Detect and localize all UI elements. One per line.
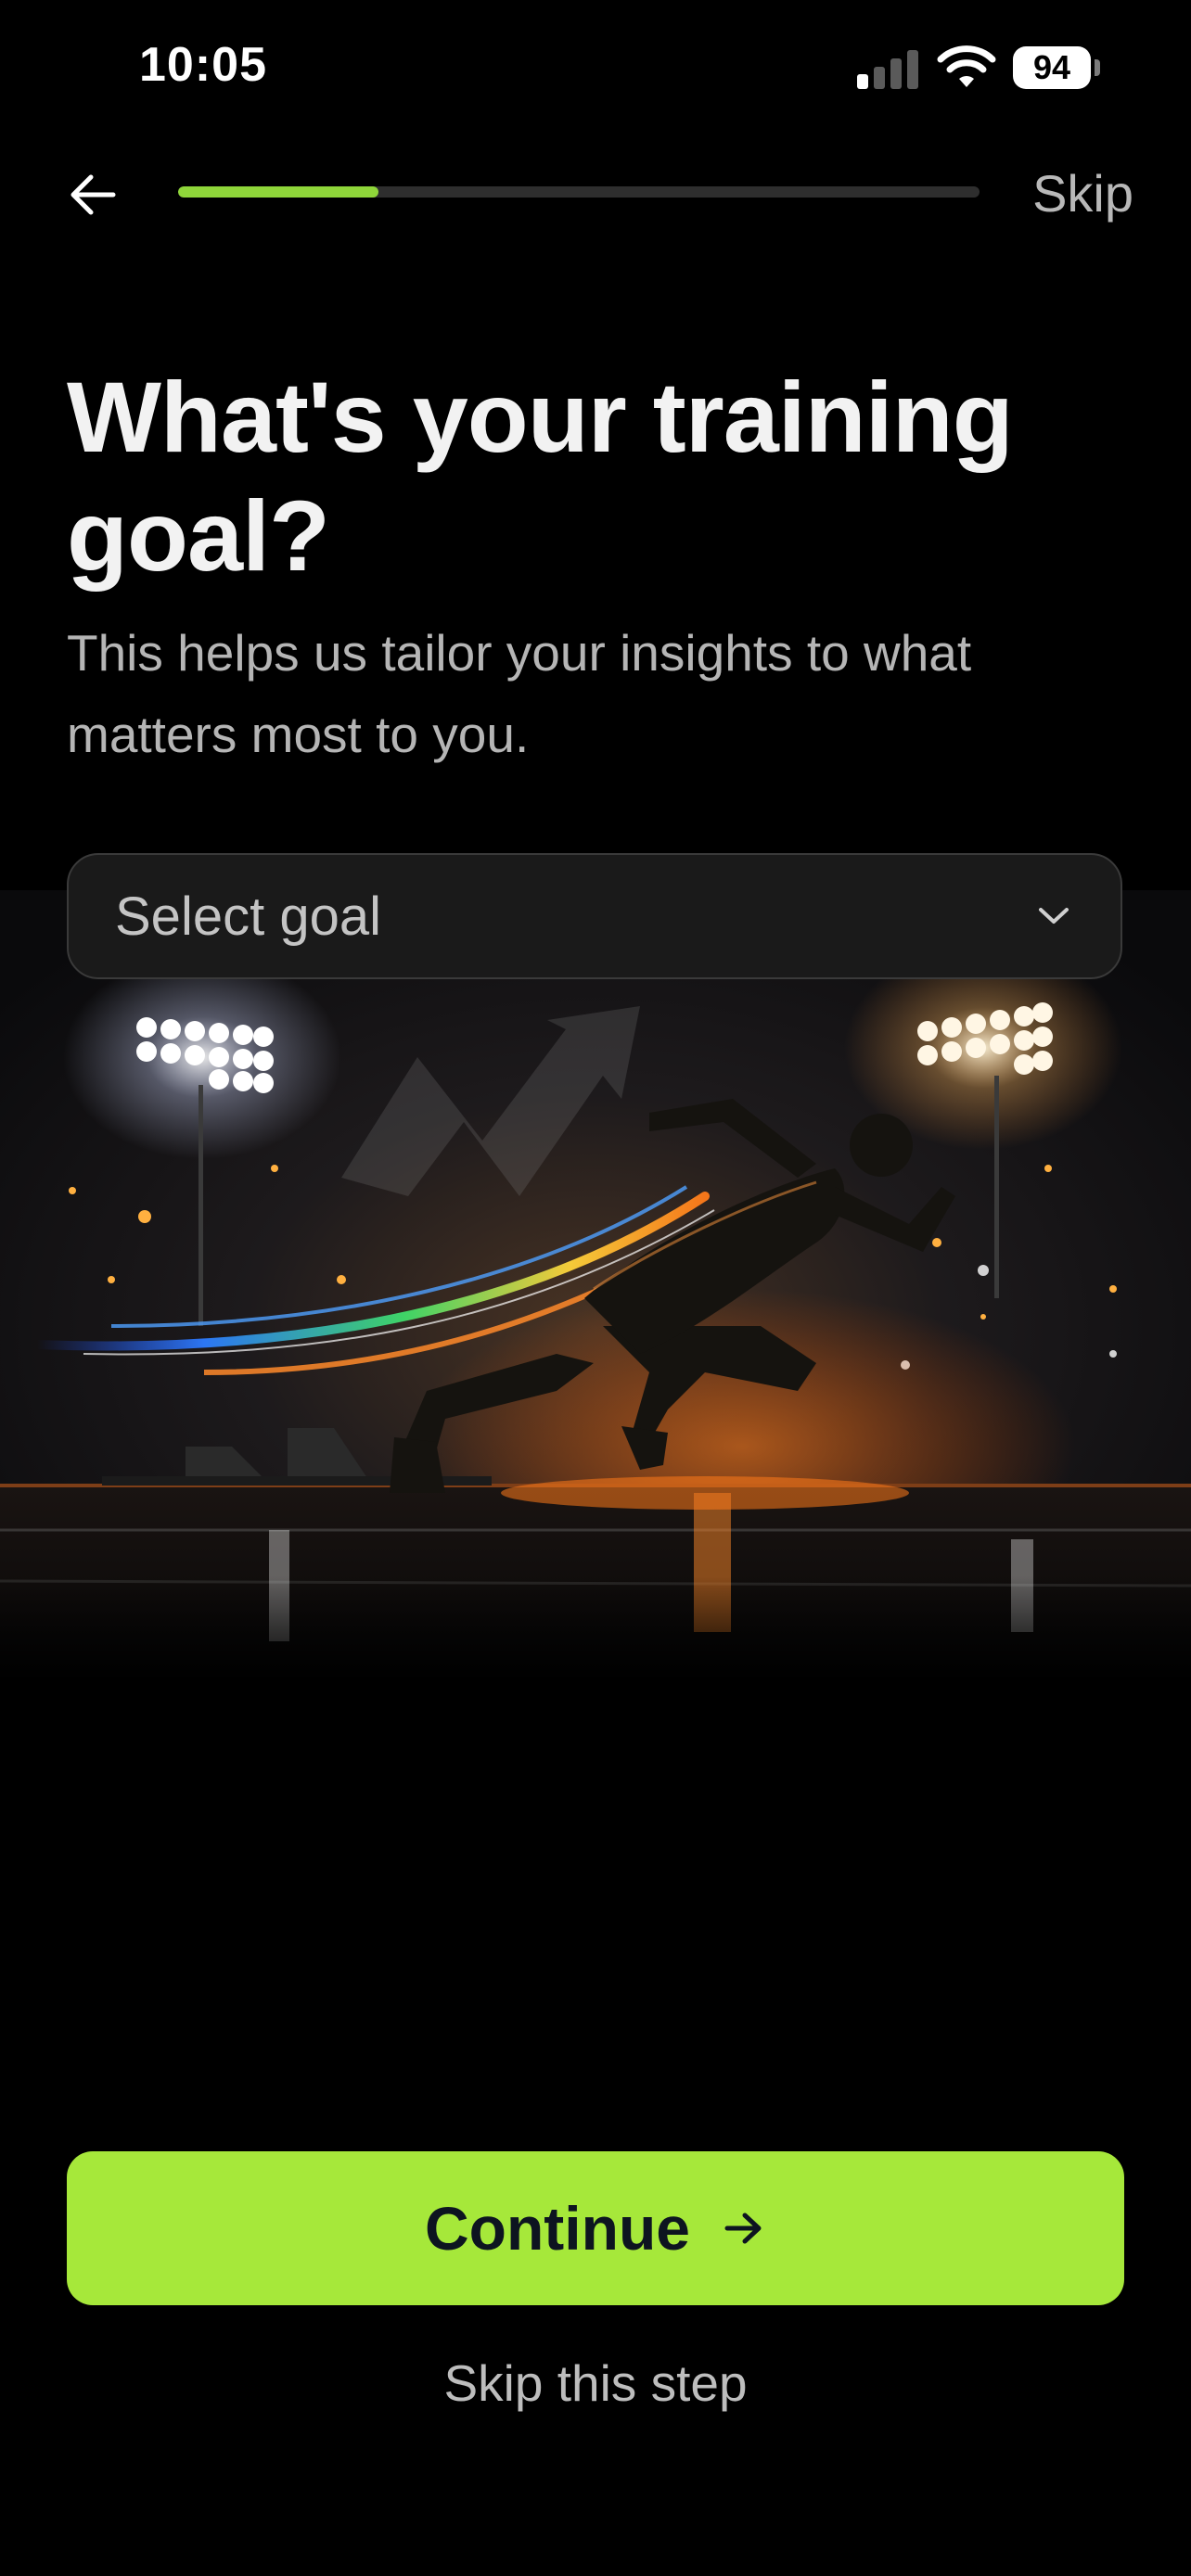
- goal-select[interactable]: Select goal: [67, 853, 1122, 979]
- battery-level: 94: [1032, 48, 1071, 86]
- page-subtitle: This helps us tailor your insights to wh…: [67, 624, 972, 763]
- goal-select-value: Select goal: [115, 886, 381, 947]
- onboarding-progress-bar: [178, 186, 980, 198]
- continue-button[interactable]: Continue: [67, 2151, 1124, 2305]
- skip-step-button[interactable]: Skip this step: [0, 2353, 1191, 2413]
- wifi-icon: [937, 45, 996, 91]
- chevron-down-icon: [1033, 896, 1074, 937]
- arrow-right-icon: [722, 2206, 766, 2251]
- page-title: What's your training goal?: [67, 361, 1014, 592]
- sprinter-hero-image: [0, 890, 1191, 1686]
- battery-icon: 94: [1013, 46, 1091, 89]
- back-button[interactable]: [56, 158, 130, 232]
- arrow-left-icon: [70, 174, 116, 215]
- status-bar: 10:05 94: [0, 0, 1191, 139]
- progress-fill: [178, 186, 378, 198]
- continue-label: Continue: [425, 2194, 690, 2263]
- skip-button[interactable]: Skip: [1032, 163, 1133, 223]
- status-time: 10:05: [139, 38, 267, 92]
- cellular-signal-icon: [857, 48, 920, 89]
- battery-tip: [1095, 59, 1100, 76]
